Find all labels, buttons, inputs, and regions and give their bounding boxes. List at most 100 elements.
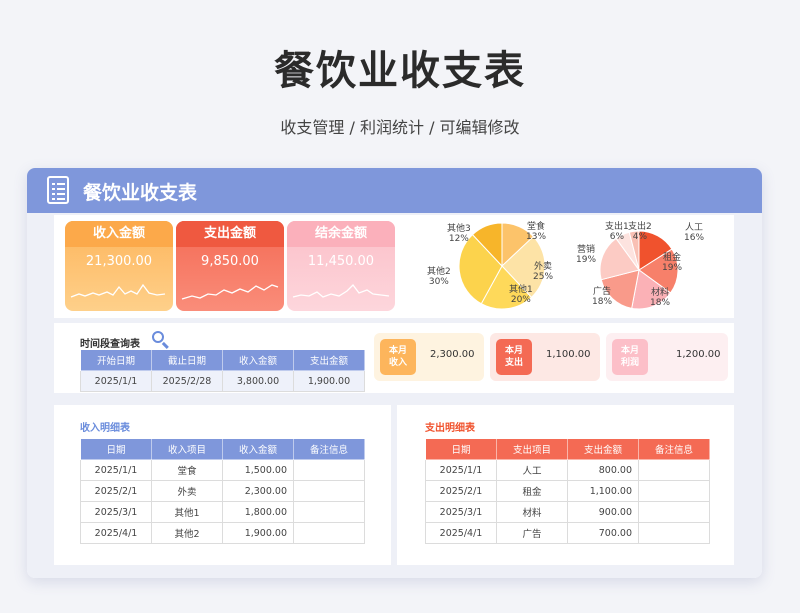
monthly-income-badge: 本月 收入 xyxy=(380,339,416,375)
income-amount[interactable]: 1,500.00 xyxy=(222,459,294,481)
period-query-table: 开始日期 截止日期 收入金额 支出金额 2025/1/1 2025/2/28 3… xyxy=(80,349,365,392)
expense-pie-label-other2: 支出2 4% xyxy=(628,222,652,242)
expense-item[interactable]: 人工 xyxy=(496,459,568,481)
expense-amount[interactable]: 900.00 xyxy=(567,501,639,523)
card-body: 收入金额 21,300.00 支出金额 9,850.00 结余金额 11,450… xyxy=(27,213,762,578)
expense-note[interactable] xyxy=(638,459,710,481)
income-date[interactable]: 2025/4/1 xyxy=(80,522,152,544)
expense-header-item: 支出项目 xyxy=(496,438,568,460)
expense-note[interactable] xyxy=(638,501,710,523)
document-list-icon xyxy=(47,176,69,204)
table-row: 2025/3/1 材料 900.00 xyxy=(425,501,710,523)
income-amount[interactable]: 1,800.00 xyxy=(222,501,294,523)
balance-total-label: 结余金额 xyxy=(287,221,395,247)
income-detail-panel: 收入明细表 日期 收入项目 收入金额 备注信息 2025/1/1 堂食 1,50… xyxy=(54,405,391,565)
period-query-title: 时间段查询表 xyxy=(80,339,140,350)
expense-amount[interactable]: 1,100.00 xyxy=(567,480,639,502)
period-header-income: 收入金额 xyxy=(222,349,294,371)
table-row: 2025/4/1 广告 700.00 xyxy=(425,522,710,544)
income-amount[interactable]: 2,300.00 xyxy=(222,480,294,502)
period-income-amount: 3,800.00 xyxy=(222,370,294,392)
income-date[interactable]: 2025/2/1 xyxy=(80,480,152,502)
table-row: 2025/2/1 租金 1,100.00 xyxy=(425,480,710,502)
income-note[interactable] xyxy=(293,480,365,502)
expense-amount[interactable]: 700.00 xyxy=(567,522,639,544)
page-title: 餐饮业收支表 xyxy=(274,48,526,94)
period-header-start: 开始日期 xyxy=(80,349,152,371)
income-pie-label-delivery: 外卖 25% xyxy=(533,262,554,282)
table-row: 2025/1/1 堂食 1,500.00 xyxy=(80,459,365,481)
expense-item[interactable]: 广告 xyxy=(496,522,568,544)
income-note[interactable] xyxy=(293,459,365,481)
card-title: 餐饮业收支表 xyxy=(83,182,198,204)
expense-detail-title: 支出明细表 xyxy=(425,423,475,434)
income-amount[interactable]: 1,900.00 xyxy=(222,522,294,544)
monthly-expense-card: 本月 支出 1,100.00 xyxy=(490,333,600,381)
table-row: 2025/2/1 外卖 2,300.00 xyxy=(80,480,365,502)
income-item[interactable]: 其他1 xyxy=(151,501,223,523)
expense-pie-label-rent: 租金 19% xyxy=(662,253,683,273)
expense-item[interactable]: 材料 xyxy=(496,501,568,523)
table-row: 2025/1/1 人工 800.00 xyxy=(425,459,710,481)
table-row: 2025/3/1 其他1 1,800.00 xyxy=(80,501,365,523)
expense-date[interactable]: 2025/1/1 xyxy=(425,459,497,481)
income-total-value: 21,300.00 xyxy=(85,254,153,269)
income-pie-label-other2: 其他2 30% xyxy=(427,267,451,287)
income-detail-table: 日期 收入项目 收入金额 备注信息 2025/1/1 堂食 1,500.00 2… xyxy=(80,438,365,544)
income-pie-label-other1: 其他1 20% xyxy=(509,285,533,305)
period-start-date[interactable]: 2025/1/1 xyxy=(80,370,152,392)
monthly-income-value: 2,300.00 xyxy=(430,349,475,360)
balance-total-card[interactable]: 结余金额 11,450.00 xyxy=(287,221,395,311)
query-panel: 时间段查询表 开始日期 截止日期 收入金额 支出金额 2025/1/1 2025… xyxy=(54,323,734,393)
income-date[interactable]: 2025/1/1 xyxy=(80,459,152,481)
expense-detail-panel: 支出明细表 日期 支出项目 支出金额 备注信息 2025/1/1 人工 800.… xyxy=(397,405,734,565)
period-header-expense: 支出金额 xyxy=(293,349,365,371)
expense-detail-table: 日期 支出项目 支出金额 备注信息 2025/1/1 人工 800.00 202… xyxy=(425,438,710,544)
monthly-expense-value: 1,100.00 xyxy=(546,349,591,360)
income-note[interactable] xyxy=(293,501,365,523)
table-row: 2025/4/1 其他2 1,900.00 xyxy=(80,522,365,544)
expense-date[interactable]: 2025/2/1 xyxy=(425,480,497,502)
monthly-profit-badge: 本月 利润 xyxy=(612,339,648,375)
expense-date[interactable]: 2025/4/1 xyxy=(425,522,497,544)
income-date[interactable]: 2025/3/1 xyxy=(80,501,152,523)
income-pie-label-other3: 其他3 12% xyxy=(447,224,471,244)
income-trend-line xyxy=(70,283,166,298)
income-note[interactable] xyxy=(293,522,365,544)
expense-amount[interactable]: 800.00 xyxy=(567,459,639,481)
expense-date[interactable]: 2025/3/1 xyxy=(425,501,497,523)
expense-item[interactable]: 租金 xyxy=(496,480,568,502)
card-header: 餐饮业收支表 xyxy=(27,168,762,213)
income-header-date: 日期 xyxy=(80,438,152,460)
expense-pie-label-ads: 广告 18% xyxy=(592,287,613,307)
income-item[interactable]: 外卖 xyxy=(151,480,223,502)
expense-note[interactable] xyxy=(638,480,710,502)
balance-total-value: 11,450.00 xyxy=(307,254,375,269)
income-item[interactable]: 其他2 xyxy=(151,522,223,544)
expense-pie-label-materials: 材料 18% xyxy=(650,288,671,308)
expense-note[interactable] xyxy=(638,522,710,544)
expense-total-value: 9,850.00 xyxy=(201,254,259,269)
income-header-item: 收入项目 xyxy=(151,438,223,460)
expense-header-amount: 支出金额 xyxy=(567,438,639,460)
period-end-date[interactable]: 2025/2/28 xyxy=(151,370,223,392)
balance-trend-line xyxy=(292,284,390,298)
income-header-note: 备注信息 xyxy=(293,438,365,460)
income-total-label: 收入金额 xyxy=(65,221,173,247)
summary-panel: 收入金额 21,300.00 支出金额 9,850.00 结余金额 11,450… xyxy=(54,215,734,318)
period-expense-amount: 1,900.00 xyxy=(293,370,365,392)
income-pie-label-dinein: 堂食 13% xyxy=(526,222,547,242)
monthly-expense-badge: 本月 支出 xyxy=(496,339,532,375)
monthly-profit-card: 本月 利润 1,200.00 xyxy=(606,333,728,381)
expense-header-date: 日期 xyxy=(425,438,497,460)
expense-total-card[interactable]: 支出金额 9,850.00 xyxy=(176,221,284,311)
search-icon[interactable] xyxy=(152,331,164,343)
monthly-income-card: 本月 收入 2,300.00 xyxy=(374,333,484,381)
page-subtitle: 收支管理 / 利润统计 / 可编辑修改 xyxy=(280,118,520,137)
monthly-profit-value: 1,200.00 xyxy=(676,349,721,360)
income-total-card[interactable]: 收入金额 21,300.00 xyxy=(65,221,173,311)
expense-trend-line xyxy=(181,284,279,300)
income-detail-title: 收入明细表 xyxy=(80,423,130,434)
income-header-amount: 收入金额 xyxy=(222,438,294,460)
income-item[interactable]: 堂食 xyxy=(151,459,223,481)
